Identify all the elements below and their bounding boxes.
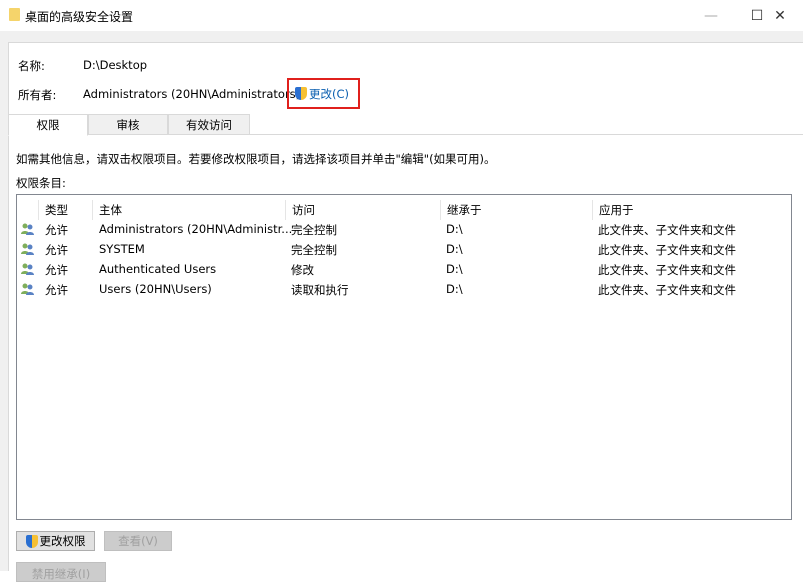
instructions-text: 如需其他信息，请双击权限项目。若要修改权限项目，请选择该项目并单击"编辑"(如果… <box>16 152 496 166</box>
cell-access: 完全控制 <box>291 223 337 237</box>
column-header-applies-to[interactable]: 应用于 <box>592 200 782 220</box>
window-title: 桌面的高级安全设置 <box>25 10 134 24</box>
users-icon <box>21 283 34 295</box>
cell-type: 允许 <box>45 223 68 237</box>
column-header-principal[interactable]: 主体 <box>92 200 285 220</box>
table-row[interactable]: 允许 SYSTEM 完全控制 D:\ 此文件夹、子文件夹和文件 <box>17 239 787 259</box>
cell-type: 允许 <box>45 243 68 257</box>
entries-label: 权限条目: <box>16 176 66 190</box>
cell-inherited-from: D:\ <box>446 282 463 296</box>
users-icon <box>21 223 34 235</box>
cell-inherited-from: D:\ <box>446 262 463 276</box>
cell-principal: Authenticated Users <box>99 262 217 276</box>
cell-inherited-from: D:\ <box>446 222 463 236</box>
uac-shield-icon <box>295 87 307 100</box>
minimize-button[interactable]: — <box>688 0 734 31</box>
users-icon <box>21 263 34 275</box>
column-header-access[interactable]: 访问 <box>285 200 440 220</box>
name-label: 名称: <box>18 59 45 73</box>
view-button[interactable]: 查看(V) <box>104 531 172 551</box>
table-row[interactable]: 允许 Users (20HN\Users) 读取和执行 D:\ 此文件夹、子文件… <box>17 279 787 299</box>
cell-applies-to: 此文件夹、子文件夹和文件 <box>598 263 736 277</box>
cell-access: 读取和执行 <box>291 283 349 297</box>
change-permissions-button[interactable]: 更改权限 <box>16 531 95 551</box>
folder-icon <box>9 8 20 21</box>
change-permissions-label: 更改权限 <box>39 534 86 548</box>
cell-type: 允许 <box>45 263 68 277</box>
owner-label: 所有者: <box>18 88 57 102</box>
cell-applies-to: 此文件夹、子文件夹和文件 <box>598 223 736 237</box>
table-row[interactable]: 允许 Administrators (20HN\Administr... 完全控… <box>17 219 787 239</box>
title-bar: 桌面的高级安全设置 — ☐ ✕ <box>0 0 803 31</box>
uac-shield-icon <box>25 534 38 548</box>
cell-type: 允许 <box>45 283 68 297</box>
tab-auditing[interactable]: 审核 <box>88 114 168 135</box>
users-icon <box>21 243 34 255</box>
cell-applies-to: 此文件夹、子文件夹和文件 <box>598 283 736 297</box>
name-value: D:\Desktop <box>83 58 148 72</box>
owner-value: Administrators (20HN\Administrators) <box>83 87 301 101</box>
change-owner-label: 更改(C) <box>309 86 350 101</box>
cell-principal: Administrators (20HN\Administr... <box>99 222 293 236</box>
tab-permissions[interactable]: 权限 <box>8 114 88 136</box>
cell-principal: SYSTEM <box>99 242 145 256</box>
tab-effective-access[interactable]: 有效访问 <box>168 114 250 135</box>
cell-principal: Users (20HN\Users) <box>99 282 212 296</box>
cell-access: 完全控制 <box>291 243 337 257</box>
cell-access: 修改 <box>291 263 314 277</box>
close-button[interactable]: ✕ <box>757 0 803 31</box>
change-owner-link[interactable]: 更改(C) <box>287 78 360 109</box>
cell-inherited-from: D:\ <box>446 242 463 256</box>
disable-inheritance-button[interactable]: 禁用继承(I) <box>16 562 106 582</box>
table-row[interactable]: 允许 Authenticated Users 修改 D:\ 此文件夹、子文件夹和… <box>17 259 787 279</box>
tab-divider <box>250 134 803 135</box>
column-header-inherited-from[interactable]: 继承于 <box>440 200 592 220</box>
column-header-type[interactable]: 类型 <box>38 200 92 220</box>
cell-applies-to: 此文件夹、子文件夹和文件 <box>598 243 736 257</box>
